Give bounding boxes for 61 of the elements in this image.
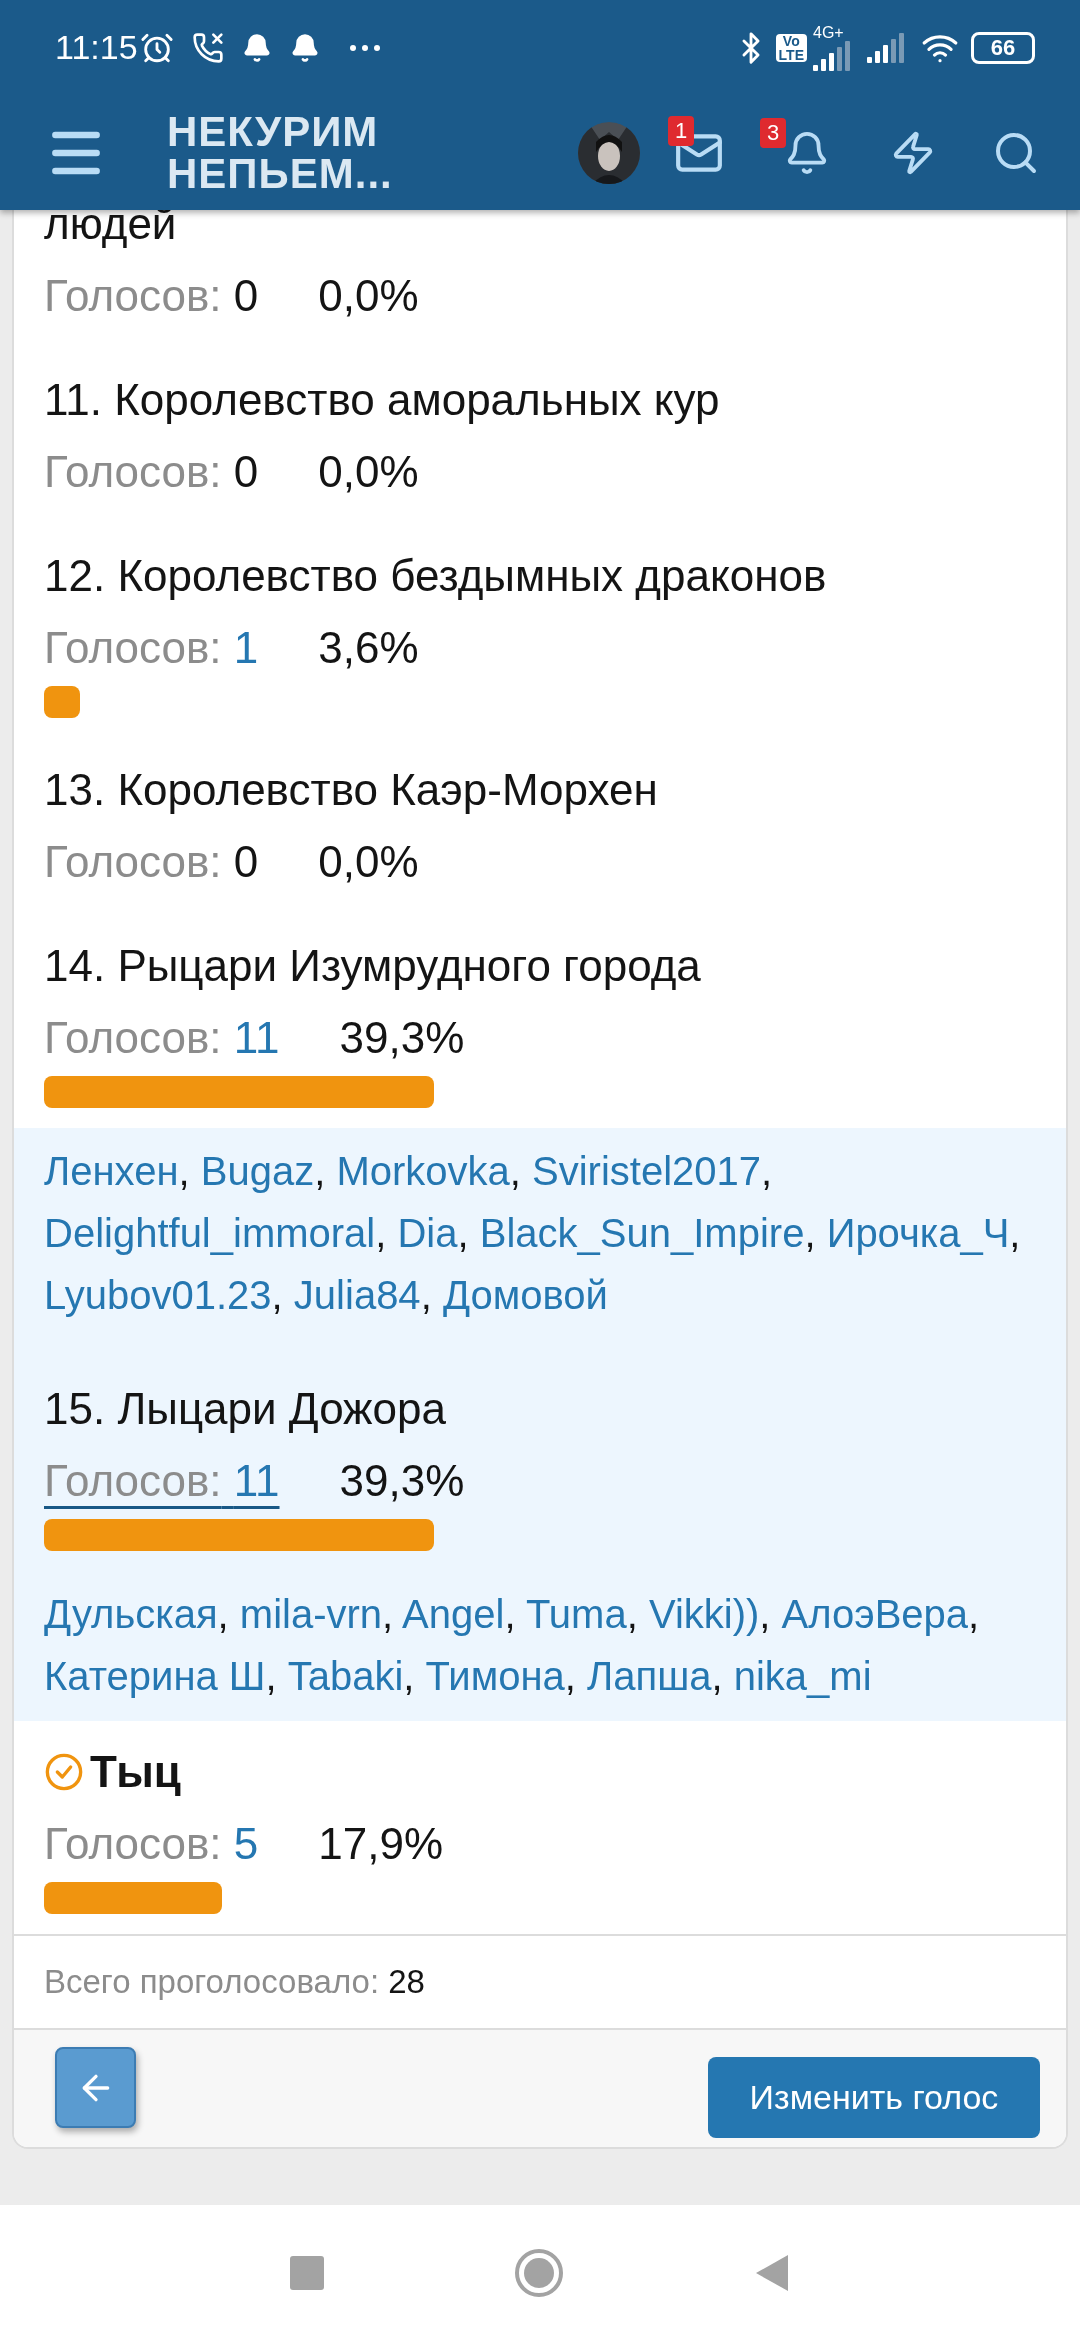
- vote-percent: 3,6%: [318, 622, 419, 674]
- voter-link[interactable]: Домовой: [442, 1273, 608, 1317]
- voter-link[interactable]: Julia84: [293, 1273, 421, 1317]
- voter-link[interactable]: Bugaz: [200, 1149, 315, 1193]
- volte-badge: Vo LTE: [775, 33, 807, 62]
- votes-count: Голосов: 0: [44, 446, 259, 498]
- votes-count: Голосов: 0: [44, 270, 259, 322]
- signal-icon: [813, 40, 853, 71]
- voter-link[interactable]: Ирочка_Ч: [826, 1211, 1010, 1255]
- voter-list: Дульская, mila-vrn, Angel, Tuma, Vikki)), АлоэВера, Катерина Ш, Tabaki, Тимона, Лапша, nika_mi: [44, 1583, 1046, 1707]
- option-title: Тыц: [90, 1746, 181, 1798]
- voter-link[interactable]: Black_Sun_Impire: [479, 1211, 805, 1255]
- voter-link[interactable]: Тимона: [425, 1654, 565, 1698]
- voter-link[interactable]: Sviristel2017: [532, 1149, 762, 1193]
- voter-link[interactable]: Morkovka: [336, 1149, 510, 1193]
- voter-link[interactable]: Лапша: [586, 1654, 712, 1698]
- voter-link[interactable]: Tuma: [525, 1592, 627, 1636]
- vote-percent: 0,0%: [318, 270, 419, 322]
- site-logo[interactable]: НЕКУРИМ: [167, 110, 393, 153]
- voter-link[interactable]: Angel: [402, 1592, 505, 1636]
- voter-link[interactable]: АлоэВера: [781, 1592, 969, 1636]
- option-title: людей: [44, 198, 177, 250]
- voter-link[interactable]: mila-vrn: [239, 1592, 383, 1636]
- option-title: 14. Рыцари Изумрудного города: [44, 940, 701, 992]
- vote-percent: 0,0%: [318, 836, 419, 888]
- voter-link[interactable]: Катерина Ш: [44, 1654, 266, 1698]
- option-title: 13. Королевство Каэр-Морхен: [44, 764, 658, 816]
- battery-icon: 66: [971, 31, 1035, 64]
- option-title: 11. Королевство аморальных кур: [44, 374, 720, 426]
- option-title: 15. Лыцари Дожора: [44, 1383, 446, 1435]
- voter-link[interactable]: Tabaki: [287, 1654, 404, 1698]
- back-button[interactable]: [55, 2047, 136, 2128]
- votes-count[interactable]: Голосов: 1: [44, 615, 259, 681]
- vote-percent: 0,0%: [318, 446, 419, 498]
- voter-list: Ленхен, Bugaz, Morkovka, Sviristel2017, Delightful_immoral, Dia, Black_Sun_Impire, Ирочка_Ч, Lyubov01.23, Julia84, Домовой: [44, 1140, 1046, 1326]
- vote-percent: 17,9%: [318, 1818, 444, 1870]
- votes-count[interactable]: Голосов: 11: [44, 1448, 280, 1514]
- voter-link[interactable]: Дульская: [44, 1592, 218, 1636]
- vote-percent: 39,3%: [339, 1012, 465, 1064]
- voter-link[interactable]: Lyubov01.23: [44, 1273, 272, 1317]
- voter-link[interactable]: Vikki)): [648, 1592, 760, 1636]
- vote-percent: 39,3%: [339, 1455, 465, 1507]
- total-voters: Всего проголосовало: 28: [44, 1962, 425, 2003]
- site-logo[interactable]: НЕПЬЕМ...: [167, 152, 393, 195]
- network-type: 4G+: [813, 24, 844, 41]
- alerts-badge: 3: [760, 117, 787, 148]
- voter-link[interactable]: Delightful_immoral: [44, 1211, 376, 1255]
- votes-count[interactable]: Голосов: 11: [44, 1005, 280, 1071]
- clock-time: 11:15: [55, 27, 138, 68]
- change-vote-button[interactable]: Изменить голос: [708, 2057, 1040, 2138]
- votes-count: Голосов: 0: [44, 836, 259, 888]
- vote-bar: [44, 686, 80, 718]
- inbox-badge: 1: [668, 115, 695, 146]
- option-title: 12. Королевство бездымных драконов: [44, 550, 827, 602]
- voter-link[interactable]: nika_mi: [733, 1654, 872, 1698]
- signal-icon: [867, 32, 907, 63]
- voter-link[interactable]: Dia: [397, 1211, 458, 1255]
- more-icon: [349, 44, 380, 51]
- missed-call-icon: [191, 31, 224, 64]
- voter-link[interactable]: Ленхен: [44, 1149, 179, 1193]
- votes-count[interactable]: Голосов: 5: [44, 1811, 259, 1877]
